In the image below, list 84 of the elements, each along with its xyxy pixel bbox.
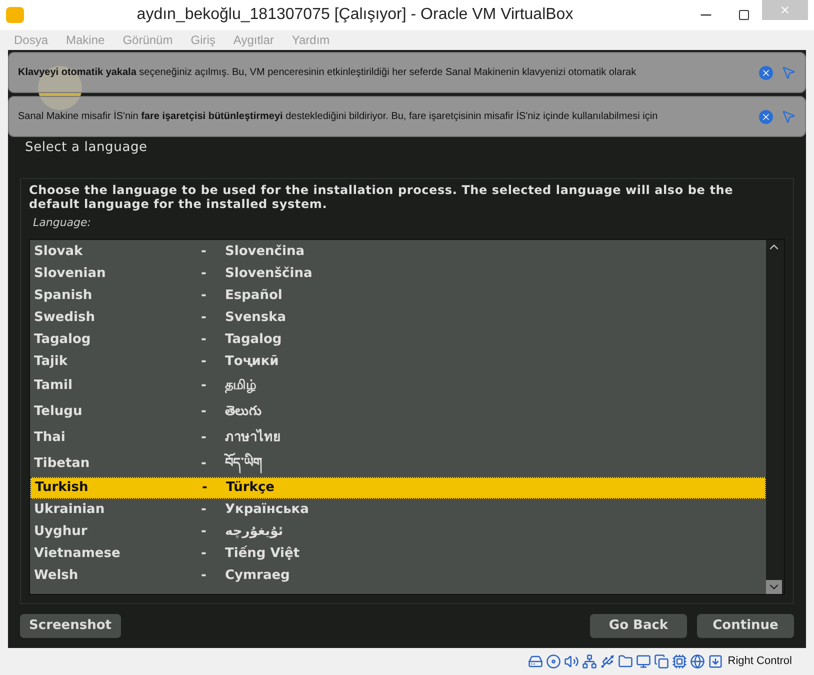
native-name: Slovenščina [225,265,312,284]
separator-dash: - [201,455,208,474]
native-name: తెలుగు [225,403,262,422]
native-name: Cymraeg [225,567,290,586]
usb-icon[interactable] [600,654,615,669]
separator-dash: - [201,243,208,262]
native-name: བོད་ཡིག [225,454,262,474]
native-name: ئۇيغۇرچە [225,523,284,542]
language-name: Thai [34,429,66,448]
language-name: Tibetan [34,455,91,474]
language-row[interactable]: Slovak - Slovenčina [30,241,766,263]
native-name: ภาษาไทย [225,428,281,448]
folder-icon[interactable] [618,654,633,669]
language-row[interactable]: Tibetan - བོད་ཡིག [30,451,766,477]
monitor-icon[interactable] [636,654,651,669]
language-row[interactable]: Thai - ภาษาไทย [30,425,766,451]
separator-dash: - [201,523,208,542]
language-name: Tagalog [34,331,92,350]
language-row[interactable]: Swedish - Svenska [30,307,766,329]
language-row[interactable]: Vietnamese - Tiếng Việt [30,543,766,565]
language-name: Spanish [34,287,94,306]
native-name: Tagalog [225,331,282,350]
notification-text: Sanal Makine misafir İS'nin fare işaretçisi bütünleştirmeyi desteklediğini bildiriyor. Bu, fare işaretçisinin misafir İS'niz içinde kullanılabilmesi için [18,109,659,124]
globe-icon[interactable] [690,654,705,669]
language-name: Slovenian [34,265,107,284]
separator-dash: - [201,567,208,586]
close-icon[interactable] [759,66,773,80]
language-row[interactable]: Tajik - Тоҷикӣ [30,351,766,373]
separator-dash: - [201,331,208,350]
separator-dash: - [201,309,208,328]
language-row[interactable]: Telugu - తెలుగు [30,399,766,425]
close-icon [779,4,791,16]
notification-text: Klavyeyi otomatik yakala seçeneğiniz açılmış. Bu, VM penceresinin etkinleştirildiği her seferde Sanal Makinenin klavyenizi otomatik olarak [18,66,638,80]
language-name: Telugu [34,403,84,422]
native-name: தமிழ் [225,377,256,396]
separator-dash: - [201,265,208,284]
native-name: Тоҷикӣ [225,353,279,372]
separator-dash: - [201,545,208,564]
language-row[interactable]: Ukrainian - Українська [30,499,766,521]
window-title: aydın_bekoğlu_181307075 [Çalışıyor] - Oracle VM VirtualBox [136,5,574,25]
section-heading: Select a language [25,139,148,157]
native-name: Slovenčina [225,243,304,262]
network-icon[interactable] [582,654,597,669]
language-name: Uyghur [34,523,88,542]
native-name: Tiếng Việt [225,544,300,564]
host-key-label: Right Control [728,654,792,670]
separator-dash: - [201,429,208,448]
native-name: Türkçe [226,479,274,498]
language-name: Tajik [34,353,69,372]
language-row[interactable]: Tagalog - Tagalog [30,329,766,351]
separator-dash: - [201,403,208,422]
language-row[interactable]: Tamil - தமிழ் [30,373,766,399]
separator-dash: - [201,287,208,306]
separator-dash: - [201,377,208,396]
language-name: Welsh [34,567,80,586]
go-back-button[interactable]: Go Back [590,614,687,638]
language-row[interactable]: Spanish - Español [30,285,766,307]
chip-icon[interactable] [672,654,687,669]
maximize-icon[interactable] [738,9,750,21]
arrow-down-icon[interactable] [708,654,723,669]
language-name: Swedish [34,309,96,328]
screenshot-button[interactable]: Screenshot [20,614,121,638]
language-name: Tamil [34,377,74,396]
list-label: Language: [33,214,92,230]
speaker-icon[interactable] [564,654,579,669]
language-row[interactable]: Turkish - Türkçe [30,477,766,499]
native-name: Svenska [225,309,286,328]
disc-icon[interactable] [546,654,561,669]
separator-dash: - [201,501,208,520]
native-name: Español [225,287,282,306]
language-name: Ukrainian [34,501,106,520]
language-row[interactable]: Slovenian - Slovenščina [30,263,766,285]
separator-dash: - [201,353,208,372]
separator-dash: - [202,479,208,498]
description: Choose the language to be used for the installation process. The selected language will also be the default language for the installed system. [29,182,734,210]
close-icon[interactable] [759,110,773,124]
continue-button[interactable]: Continue [697,614,794,638]
language-row[interactable]: Welsh - Cymraeg [30,565,766,587]
language-name: Slovak [34,243,84,262]
language-name: Turkish [35,479,90,498]
native-name: Українська [225,501,309,520]
app-icon [6,7,24,23]
scroll-down-icon[interactable] [766,580,782,594]
language-name: Vietnamese [34,545,122,564]
